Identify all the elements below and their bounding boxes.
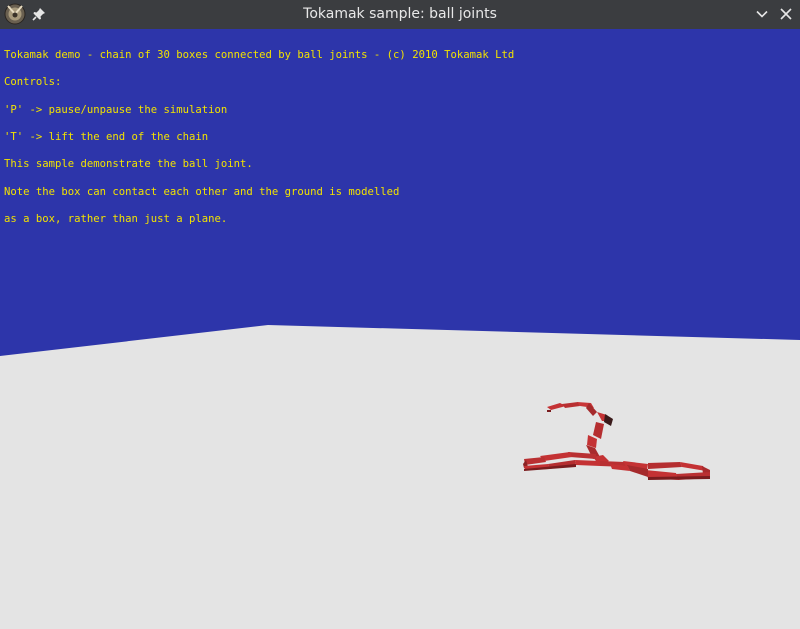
- overlay-line: 'T' -> lift the end of the chain: [4, 131, 209, 144]
- window-title: Tokamak sample: ball joints: [303, 6, 497, 22]
- help-overlay: Tokamak demo - chain of 30 boxes connect…: [4, 33, 514, 242]
- chain-segment: [547, 410, 551, 412]
- app-window: Tokamak sample: ball joints Tokamak demo…: [0, 0, 800, 629]
- overlay-line: 'P' -> pause/unpause the simulation: [4, 103, 228, 116]
- close-icon[interactable]: [778, 6, 794, 22]
- title-bar[interactable]: Tokamak sample: ball joints: [0, 0, 800, 30]
- overlay-line: Tokamak demo - chain of 30 boxes connect…: [4, 49, 515, 62]
- overlay-line: This sample demonstrate the ball joint.: [4, 158, 253, 171]
- 3d-viewport[interactable]: Tokamak demo - chain of 30 boxes connect…: [0, 29, 800, 629]
- overlay-line: Note the box can contact each other and …: [4, 185, 400, 198]
- chevron-down-icon[interactable]: [754, 6, 770, 22]
- overlay-line: Controls:: [4, 76, 62, 89]
- chain-segment: [575, 460, 600, 466]
- overlay-line: as a box, rather than just a plane.: [4, 212, 228, 225]
